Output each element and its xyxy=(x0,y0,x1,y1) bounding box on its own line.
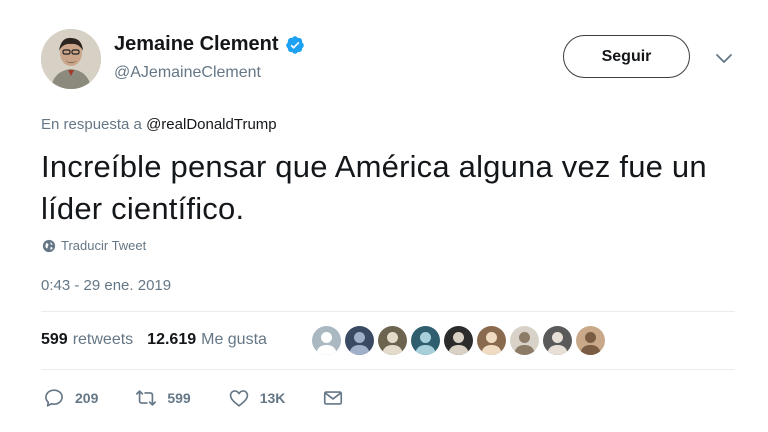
translate-label: Traducir Tweet xyxy=(61,238,147,253)
retweet-button[interactable]: 599 xyxy=(135,387,191,409)
tweet-timestamp[interactable]: 0:43 - 29 ene. 2019 xyxy=(41,277,171,294)
like-count: 13K xyxy=(259,390,286,406)
liker-avatar[interactable] xyxy=(378,326,407,355)
translate-tweet-link[interactable]: Traducir Tweet xyxy=(42,238,146,253)
action-bar: 209 599 13K xyxy=(43,387,381,409)
author-avatar-image xyxy=(41,29,101,89)
tweet-text: Increíble pensar que América alguna vez … xyxy=(41,149,707,226)
follow-button[interactable]: Seguir xyxy=(563,35,690,78)
likes-stat[interactable]: 12.619 Me gusta xyxy=(147,331,267,349)
liker-avatar[interactable] xyxy=(345,326,374,355)
engagement-stats: 599 retweets 12.619 Me gusta xyxy=(41,331,267,349)
liker-avatar[interactable] xyxy=(312,326,341,355)
divider-bottom xyxy=(41,369,735,370)
like-icon xyxy=(229,390,248,407)
retweets-count: 599 xyxy=(41,331,68,348)
liker-avatar[interactable] xyxy=(543,326,572,355)
reply-context-prefix: En respuesta a xyxy=(41,116,142,133)
author-name-row: Jemaine Clement xyxy=(114,33,305,56)
reply-icon xyxy=(45,389,63,407)
author-avatar[interactable] xyxy=(41,29,101,89)
likes-count: 12.619 xyxy=(147,331,197,348)
liker-avatar[interactable] xyxy=(444,326,473,355)
retweets-stat[interactable]: 599 retweets xyxy=(41,331,133,349)
author-display-name[interactable]: Jemaine Clement xyxy=(114,33,279,56)
retweet-count: 599 xyxy=(167,390,191,406)
reply-mention-link[interactable]: @realDonaldTrump xyxy=(146,116,277,133)
direct-message-button[interactable] xyxy=(322,387,344,409)
liker-avatar[interactable] xyxy=(411,326,440,355)
likes-label: Me gusta xyxy=(201,331,267,348)
globe-icon xyxy=(42,239,56,252)
reply-count: 209 xyxy=(75,390,99,406)
liker-avatars xyxy=(312,326,605,355)
chevron-down-icon[interactable] xyxy=(714,52,734,66)
author-handle[interactable]: @AJemaineClement xyxy=(114,64,261,82)
verified-badge-icon xyxy=(285,35,304,54)
liker-avatar[interactable] xyxy=(576,326,605,355)
message-icon xyxy=(324,391,343,405)
retweets-label: retweets xyxy=(72,331,134,348)
tweet-card: Jemaine Clement @AJemaineClement Seguir … xyxy=(0,0,768,432)
like-button[interactable]: 13K xyxy=(228,387,286,409)
liker-avatar[interactable] xyxy=(477,326,506,355)
liker-avatar[interactable] xyxy=(510,326,539,355)
reply-button[interactable]: 209 xyxy=(43,387,98,409)
reply-context: En respuesta a @realDonaldTrump xyxy=(41,116,277,133)
retweet-icon xyxy=(136,390,157,406)
divider-top xyxy=(41,311,735,312)
